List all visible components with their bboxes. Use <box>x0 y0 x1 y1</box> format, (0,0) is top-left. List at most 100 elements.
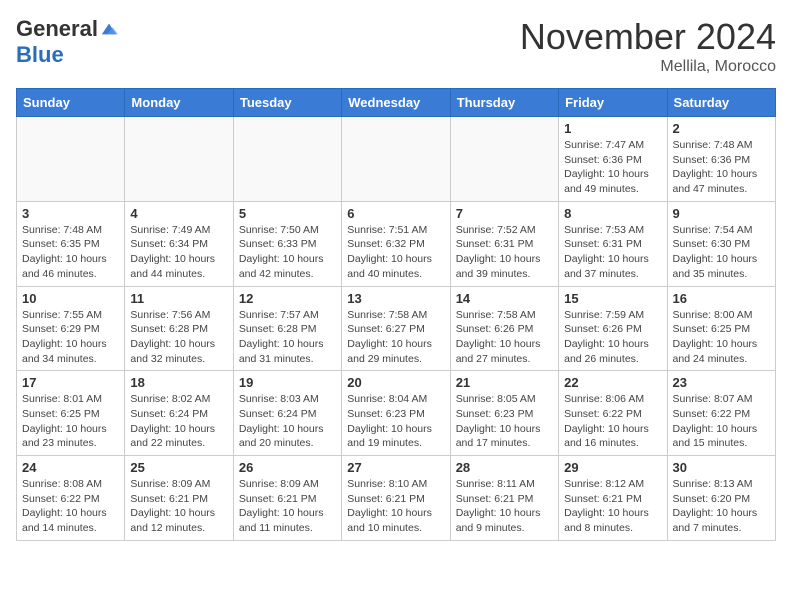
title-block: November 2024 Mellila, Morocco <box>520 16 776 76</box>
calendar-header-monday: Monday <box>125 89 233 117</box>
day-number: 6 <box>347 206 444 221</box>
location-subtitle: Mellila, Morocco <box>520 58 776 76</box>
calendar-cell: 26Sunrise: 8:09 AM Sunset: 6:21 PM Dayli… <box>233 456 341 541</box>
calendar-week-row: 17 Sunrise: 8:01 AM Sunset: 6:25 PM Dayli… <box>17 371 776 456</box>
day-info: Sunrise: 8:07 AM Sunset: 6:22 PM Dayligh… <box>673 392 770 451</box>
logo-icon <box>100 20 118 38</box>
day-number: 9 <box>673 206 770 221</box>
calendar-header-friday: Friday <box>559 89 667 117</box>
day-number: 30 <box>673 460 770 475</box>
day-number: 16 <box>673 291 770 306</box>
day-info: Sunrise: 7:49 AM Sunset: 6:34 PM Dayligh… <box>130 223 227 282</box>
calendar-cell: 18 Sunrise: 8:02 AM Sunset: 6:24 PM Dayli… <box>125 371 233 456</box>
calendar-header-thursday: Thursday <box>450 89 558 117</box>
calendar-cell: 7 Sunrise: 7:52 AM Sunset: 6:31 PM Daylig… <box>450 201 558 286</box>
day-number: 18 <box>130 375 227 390</box>
calendar-table: SundayMondayTuesdayWednesdayThursdayFrid… <box>16 88 776 541</box>
calendar-cell: 14 Sunrise: 7:58 AM Sunset: 6:26 PM Dayli… <box>450 286 558 371</box>
day-info: Sunrise: 7:50 AM Sunset: 6:33 PM Dayligh… <box>239 223 336 282</box>
calendar-cell: 17 Sunrise: 8:01 AM Sunset: 6:25 PM Dayli… <box>17 371 125 456</box>
day-number: 11 <box>130 291 227 306</box>
day-number: 25 <box>130 460 227 475</box>
day-info: Sunrise: 8:01 AM Sunset: 6:25 PM Dayligh… <box>22 392 119 451</box>
day-info: Sunrise: 7:58 AM Sunset: 6:27 PM Dayligh… <box>347 308 444 367</box>
day-info: Sunrise: 8:13 AM Sunset: 6:20 PM Dayligh… <box>673 477 770 536</box>
day-info: Sunrise: 7:58 AM Sunset: 6:26 PM Dayligh… <box>456 308 553 367</box>
calendar-header-tuesday: Tuesday <box>233 89 341 117</box>
day-info: Sunrise: 7:55 AM Sunset: 6:29 PM Dayligh… <box>22 308 119 367</box>
day-number: 14 <box>456 291 553 306</box>
day-number: 13 <box>347 291 444 306</box>
calendar-cell <box>125 117 233 202</box>
day-info: Sunrise: 8:11 AM Sunset: 6:21 PM Dayligh… <box>456 477 553 536</box>
day-number: 24 <box>22 460 119 475</box>
day-number: 21 <box>456 375 553 390</box>
calendar-week-row: 3 Sunrise: 7:48 AM Sunset: 6:35 PM Daylig… <box>17 201 776 286</box>
calendar-cell: 22Sunrise: 8:06 AM Sunset: 6:22 PM Dayli… <box>559 371 667 456</box>
day-info: Sunrise: 7:56 AM Sunset: 6:28 PM Dayligh… <box>130 308 227 367</box>
day-number: 27 <box>347 460 444 475</box>
calendar-cell: 2Sunrise: 7:48 AM Sunset: 6:36 PM Daylig… <box>667 117 775 202</box>
day-info: Sunrise: 7:52 AM Sunset: 6:31 PM Dayligh… <box>456 223 553 282</box>
calendar-cell: 9 Sunrise: 7:54 AM Sunset: 6:30 PM Daylig… <box>667 201 775 286</box>
calendar-cell <box>342 117 450 202</box>
logo-general-text: General <box>16 16 98 42</box>
day-number: 4 <box>130 206 227 221</box>
logo-blue-text: Blue <box>16 42 64 68</box>
page-header: General Blue November 2024 Mellila, Moro… <box>16 16 776 76</box>
day-number: 20 <box>347 375 444 390</box>
calendar-cell: 21 Sunrise: 8:05 AM Sunset: 6:23 PM Dayli… <box>450 371 558 456</box>
day-info: Sunrise: 7:54 AM Sunset: 6:30 PM Dayligh… <box>673 223 770 282</box>
day-number: 7 <box>456 206 553 221</box>
day-info: Sunrise: 8:00 AM Sunset: 6:25 PM Dayligh… <box>673 308 770 367</box>
day-info: Sunrise: 8:09 AM Sunset: 6:21 PM Dayligh… <box>130 477 227 536</box>
calendar-cell <box>450 117 558 202</box>
day-number: 28 <box>456 460 553 475</box>
day-info: Sunrise: 7:53 AM Sunset: 6:31 PM Dayligh… <box>564 223 661 282</box>
day-number: 23 <box>673 375 770 390</box>
calendar-cell: 12Sunrise: 7:57 AM Sunset: 6:28 PM Dayli… <box>233 286 341 371</box>
day-info: Sunrise: 7:57 AM Sunset: 6:28 PM Dayligh… <box>239 308 336 367</box>
day-number: 3 <box>22 206 119 221</box>
calendar-cell: 10Sunrise: 7:55 AM Sunset: 6:29 PM Dayli… <box>17 286 125 371</box>
day-info: Sunrise: 8:02 AM Sunset: 6:24 PM Dayligh… <box>130 392 227 451</box>
day-number: 22 <box>564 375 661 390</box>
calendar-cell: 20 Sunrise: 8:04 AM Sunset: 6:23 PM Dayli… <box>342 371 450 456</box>
calendar-week-row: 10Sunrise: 7:55 AM Sunset: 6:29 PM Dayli… <box>17 286 776 371</box>
calendar-cell: 15 Sunrise: 7:59 AM Sunset: 6:26 PM Dayli… <box>559 286 667 371</box>
calendar-cell: 24 Sunrise: 8:08 AM Sunset: 6:22 PM Dayli… <box>17 456 125 541</box>
day-number: 17 <box>22 375 119 390</box>
calendar-cell: 6 Sunrise: 7:51 AM Sunset: 6:32 PM Daylig… <box>342 201 450 286</box>
month-title: November 2024 <box>520 16 776 58</box>
day-info: Sunrise: 8:12 AM Sunset: 6:21 PM Dayligh… <box>564 477 661 536</box>
calendar-cell: 8 Sunrise: 7:53 AM Sunset: 6:31 PM Daylig… <box>559 201 667 286</box>
day-number: 1 <box>564 121 661 136</box>
day-info: Sunrise: 8:09 AM Sunset: 6:21 PM Dayligh… <box>239 477 336 536</box>
day-info: Sunrise: 7:59 AM Sunset: 6:26 PM Dayligh… <box>564 308 661 367</box>
day-info: Sunrise: 8:08 AM Sunset: 6:22 PM Dayligh… <box>22 477 119 536</box>
calendar-cell: 11 Sunrise: 7:56 AM Sunset: 6:28 PM Dayli… <box>125 286 233 371</box>
calendar-header-wednesday: Wednesday <box>342 89 450 117</box>
day-info: Sunrise: 8:10 AM Sunset: 6:21 PM Dayligh… <box>347 477 444 536</box>
day-info: Sunrise: 7:51 AM Sunset: 6:32 PM Dayligh… <box>347 223 444 282</box>
calendar-cell: 25 Sunrise: 8:09 AM Sunset: 6:21 PM Dayli… <box>125 456 233 541</box>
day-number: 2 <box>673 121 770 136</box>
calendar-header-saturday: Saturday <box>667 89 775 117</box>
calendar-cell: 5Sunrise: 7:50 AM Sunset: 6:33 PM Daylig… <box>233 201 341 286</box>
day-info: Sunrise: 8:03 AM Sunset: 6:24 PM Dayligh… <box>239 392 336 451</box>
calendar-header-row: SundayMondayTuesdayWednesdayThursdayFrid… <box>17 89 776 117</box>
day-number: 8 <box>564 206 661 221</box>
day-number: 29 <box>564 460 661 475</box>
calendar-cell: 13 Sunrise: 7:58 AM Sunset: 6:27 PM Dayli… <box>342 286 450 371</box>
day-info: Sunrise: 8:05 AM Sunset: 6:23 PM Dayligh… <box>456 392 553 451</box>
day-number: 15 <box>564 291 661 306</box>
calendar-cell: 28 Sunrise: 8:11 AM Sunset: 6:21 PM Dayli… <box>450 456 558 541</box>
calendar-header-sunday: Sunday <box>17 89 125 117</box>
day-info: Sunrise: 7:48 AM Sunset: 6:35 PM Dayligh… <box>22 223 119 282</box>
calendar-cell: 3 Sunrise: 7:48 AM Sunset: 6:35 PM Daylig… <box>17 201 125 286</box>
calendar-cell: 16 Sunrise: 8:00 AM Sunset: 6:25 PM Dayli… <box>667 286 775 371</box>
day-number: 19 <box>239 375 336 390</box>
calendar-cell: 4 Sunrise: 7:49 AM Sunset: 6:34 PM Daylig… <box>125 201 233 286</box>
calendar-week-row: 1Sunrise: 7:47 AM Sunset: 6:36 PM Daylig… <box>17 117 776 202</box>
day-info: Sunrise: 8:04 AM Sunset: 6:23 PM Dayligh… <box>347 392 444 451</box>
